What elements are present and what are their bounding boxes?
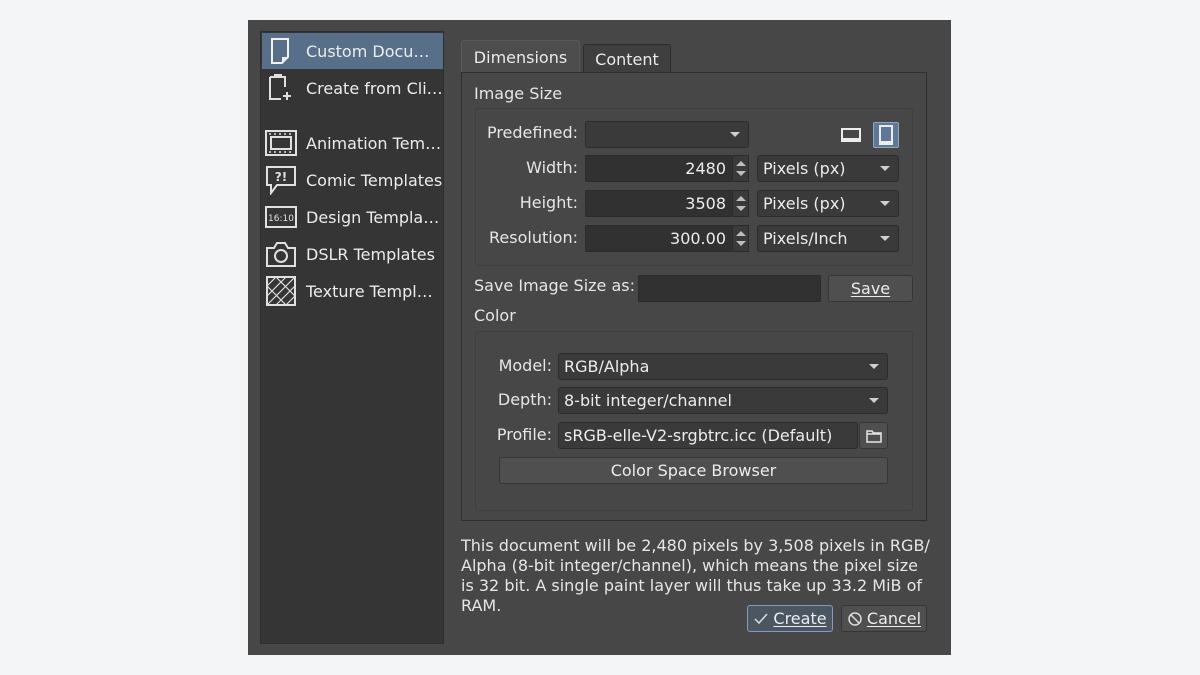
depth-label: Depth: — [497, 390, 552, 409]
ratio-icon: 16:10 — [265, 201, 297, 233]
width-label: Width: — [526, 158, 578, 177]
chevron-down-icon — [869, 398, 879, 403]
cancel-icon — [848, 611, 862, 626]
chevron-down-icon — [880, 201, 890, 206]
save-size-label: Save Image Size as: — [474, 276, 636, 295]
predefined-select[interactable] — [585, 121, 749, 148]
height-field[interactable]: 3508 — [585, 190, 733, 217]
folder-icon — [865, 429, 882, 443]
film-icon — [265, 127, 297, 159]
browse-profile-button[interactable] — [859, 422, 888, 449]
chevron-down-icon — [730, 132, 740, 137]
color-space-browser-button[interactable]: Color Space Browser — [499, 457, 888, 484]
depth-select[interactable]: 8-bit integer/channel — [558, 387, 888, 414]
sidebar-item-label: Create from Cli… — [306, 78, 443, 98]
model-label: Model: — [498, 356, 552, 375]
sidebar-item-custom-document[interactable]: Custom Docu… — [262, 33, 443, 69]
width-stepper[interactable] — [733, 155, 749, 182]
sidebar-item-label: Animation Tem… — [306, 133, 442, 153]
sidebar-item-design-templates[interactable]: 16:10 Design Templa… — [262, 199, 443, 235]
resolution-label: Resolution: — [489, 228, 578, 247]
sidebar-item-dslr-templates[interactable]: DSLR Templates — [262, 236, 443, 272]
color-space-browser-label: Color Space Browser — [610, 461, 777, 480]
chevron-down-icon — [880, 236, 890, 241]
resolution-unit-select[interactable]: Pixels/Inch — [757, 225, 899, 252]
height-unit-select[interactable]: Pixels (px) — [757, 190, 899, 217]
cancel-button-label: Cancel — [866, 609, 922, 628]
speech-bubble-icon: ?! — [265, 164, 297, 196]
svg-text:16:10: 16:10 — [268, 214, 294, 224]
sidebar-item-animation-templates[interactable]: Animation Tem… — [262, 125, 443, 161]
landscape-orientation-button[interactable] — [839, 123, 863, 147]
sidebar-item-label: Texture Templ… — [306, 281, 433, 301]
create-button[interactable]: Create — [747, 605, 833, 632]
save-size-name-field[interactable] — [638, 275, 821, 302]
tab-label: Content — [595, 49, 659, 69]
tab-content[interactable]: Content — [583, 44, 671, 73]
depth-value: 8-bit integer/channel — [564, 391, 732, 410]
checkmark-icon — [754, 613, 768, 624]
height-label: Height: — [519, 193, 578, 212]
color-title: Color — [474, 306, 516, 325]
height-stepper[interactable] — [733, 190, 749, 217]
portrait-orientation-button[interactable] — [873, 122, 899, 148]
tab-dimensions[interactable]: Dimensions — [461, 40, 580, 73]
profile-label: Profile: — [496, 425, 552, 444]
width-field[interactable]: 2480 — [585, 155, 733, 182]
resolution-stepper[interactable] — [733, 225, 749, 252]
width-unit-select[interactable]: Pixels (px) — [757, 155, 899, 182]
chevron-down-icon — [869, 364, 879, 369]
resolution-field[interactable]: 300.00 — [585, 225, 733, 252]
new-document-dialog: Custom Docu… Create from Cli… Animation … — [248, 20, 951, 655]
create-button-label: Create — [773, 609, 827, 628]
sidebar-item-texture-templates[interactable]: Texture Templ… — [262, 273, 443, 309]
chevron-down-icon — [880, 166, 890, 171]
tab-label: Dimensions — [473, 47, 568, 67]
landscape-icon — [841, 128, 861, 142]
resolution-unit-value: Pixels/Inch — [763, 229, 848, 248]
sidebar-item-label: Design Templa… — [306, 207, 440, 227]
save-size-button[interactable]: Save — [828, 275, 913, 302]
texture-icon — [265, 275, 297, 307]
sidebar-item-label: Custom Docu… — [306, 41, 430, 61]
document-summary: This document will be 2,480 pixels by 3,… — [461, 536, 930, 615]
sidebar-item-label: DSLR Templates — [306, 244, 435, 264]
model-value: RGB/Alpha — [564, 357, 650, 376]
camera-icon — [265, 238, 297, 270]
sidebar-item-label: Comic Templates — [306, 170, 443, 190]
model-select[interactable]: RGB/Alpha — [558, 353, 888, 380]
portrait-icon — [879, 125, 893, 145]
clipboard-new-icon — [265, 72, 297, 104]
template-sidebar: Custom Docu… Create from Cli… Animation … — [260, 31, 444, 644]
height-unit-value: Pixels (px) — [763, 194, 846, 213]
save-size-button-label: Save — [850, 279, 891, 298]
cancel-button[interactable]: Cancel — [841, 605, 927, 632]
image-size-title: Image Size — [474, 84, 563, 103]
sidebar-item-create-from-clipboard[interactable]: Create from Cli… — [262, 70, 443, 106]
predefined-label: Predefined: — [486, 123, 578, 142]
document-icon — [265, 35, 297, 67]
width-unit-value: Pixels (px) — [763, 159, 846, 178]
sidebar-item-comic-templates[interactable]: ?! Comic Templates — [262, 162, 443, 198]
svg-text:?!: ?! — [275, 170, 287, 184]
profile-value: sRGB-elle-V2-srgbtrc.icc (Default) — [564, 426, 833, 445]
profile-field[interactable]: sRGB-elle-V2-srgbtrc.icc (Default) — [558, 422, 858, 449]
